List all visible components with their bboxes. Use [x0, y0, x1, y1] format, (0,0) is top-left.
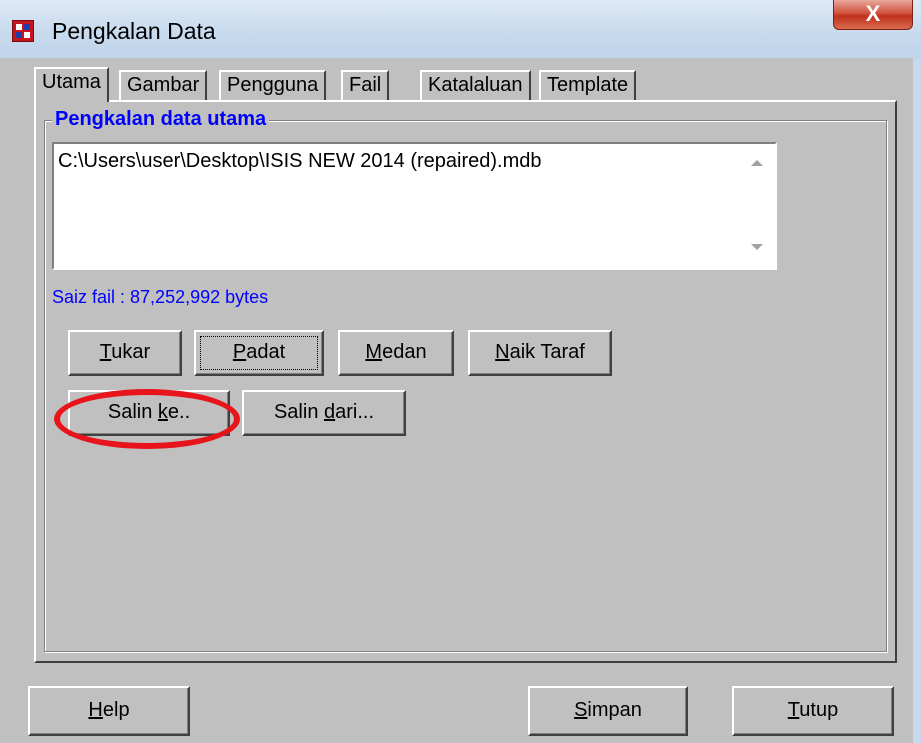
window: Pengkalan Data X Utama Gambar Pengguna F… [0, 0, 921, 743]
red-highlight-circle [54, 389, 240, 449]
file-size-label: Saiz fail : 87,252,992 bytes [52, 287, 269, 307]
tab-fail[interactable]: Fail [341, 70, 390, 100]
vertical-scrollbar[interactable] [739, 144, 775, 268]
tab-katalaluan[interactable]: Katalaluan [420, 70, 531, 100]
naik-taraf-button[interactable]: Naik Taraf [468, 330, 612, 376]
tab-gambar[interactable]: Gambar [119, 70, 208, 100]
tutup-button[interactable]: Tutup [732, 686, 894, 736]
app-icon [12, 20, 34, 42]
help-button[interactable]: Help [28, 686, 190, 736]
salin-dari-button[interactable]: Salin dari... [242, 390, 406, 436]
close-button[interactable]: X [833, 0, 913, 30]
simpan-button[interactable]: Simpan [528, 686, 688, 736]
tukar-button[interactable]: Tukar [68, 330, 182, 376]
database-path-textbox[interactable]: C:\Users\user\Desktop\ISIS NEW 2014 (rep… [52, 142, 777, 270]
scroll-down-arrow-icon[interactable] [751, 244, 763, 250]
tab-pengguna[interactable]: Pengguna [219, 70, 327, 100]
database-path: C:\Users\user\Desktop\ISIS NEW 2014 (rep… [58, 150, 542, 172]
tab-utama[interactable]: Utama [34, 67, 109, 102]
tab-template[interactable]: Template [539, 70, 637, 100]
group-title: Pengkalan data utama [52, 108, 270, 131]
medan-button[interactable]: Medan [338, 330, 454, 376]
title-bar[interactable]: Pengkalan Data X [0, 0, 921, 58]
window-title: Pengkalan Data [52, 18, 216, 44]
scroll-up-arrow-icon[interactable] [751, 160, 763, 166]
padat-button[interactable]: Padat [194, 330, 324, 376]
